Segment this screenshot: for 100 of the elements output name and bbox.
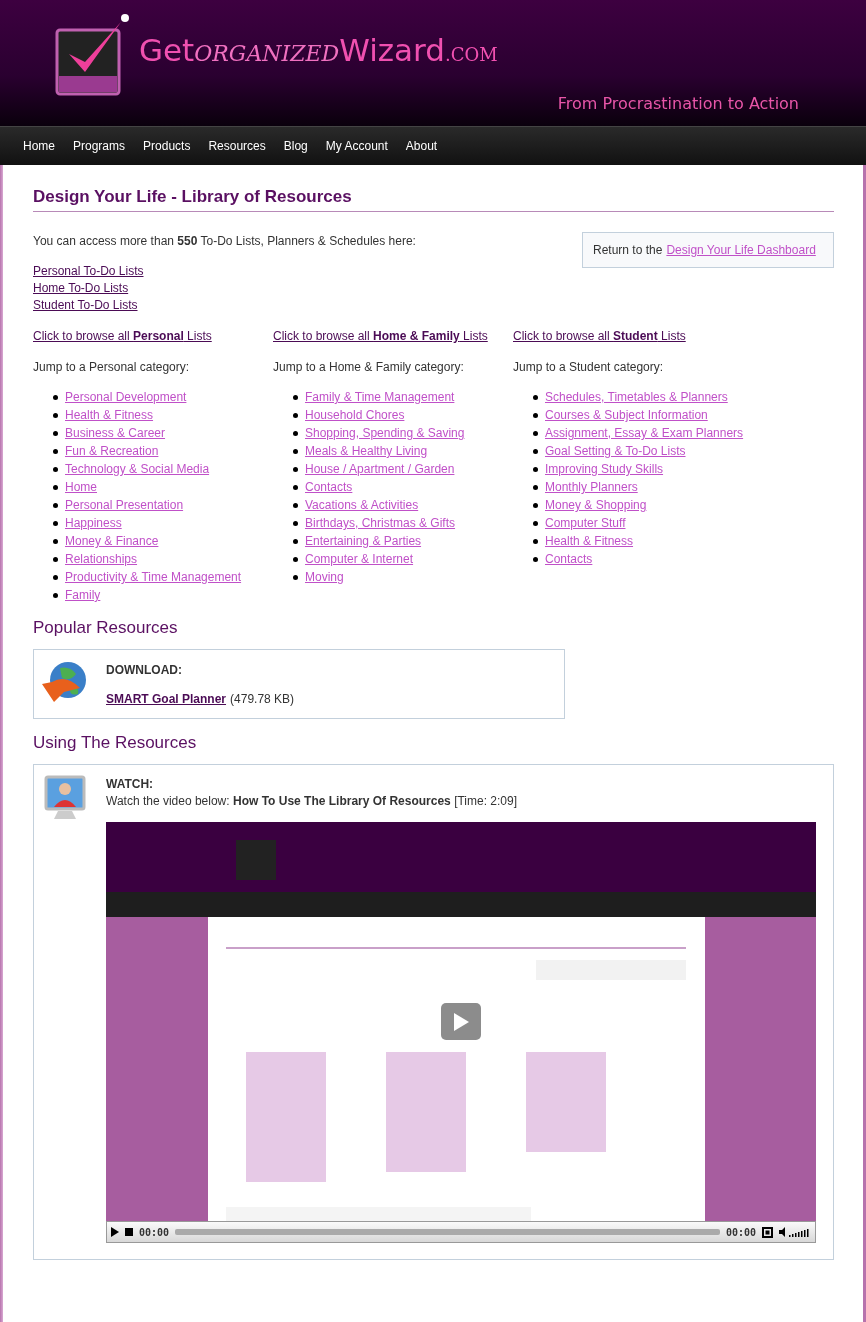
category-link[interactable]: Computer Stuff (545, 516, 626, 530)
category-link[interactable]: Goal Setting & To-Do Lists (545, 444, 686, 458)
bullet-icon (293, 448, 298, 454)
bullet-icon (533, 394, 538, 400)
section-heading: Using The Resources (33, 733, 198, 753)
bullet-icon (53, 394, 58, 400)
category-link[interactable]: House / Apartment / Garden (305, 462, 455, 476)
category-link[interactable]: Monthly Planners (545, 480, 638, 494)
bullet-icon (293, 520, 298, 526)
bullet-icon (293, 394, 298, 400)
category-link[interactable]: Birthdays, Christmas & Gifts (305, 516, 456, 530)
bullet-icon (293, 430, 298, 436)
bullet-icon (533, 484, 538, 490)
bullet-icon (53, 466, 58, 472)
category-link[interactable]: Meals & Healthy Living (305, 444, 428, 458)
bullet-icon (293, 556, 298, 562)
bullet-icon (53, 502, 58, 508)
category-link[interactable]: Money & Finance (65, 534, 159, 548)
category-link[interactable]: Relationships (65, 552, 138, 566)
bullet-icon (53, 448, 58, 454)
nav-link[interactable]: Resources (199, 139, 275, 153)
page-title: Design Your Life - Library of Resources (33, 187, 834, 212)
category-link[interactable]: Family (65, 588, 101, 602)
category-link[interactable]: Business & Career (65, 426, 166, 440)
category-link[interactable]: Schedules, Timetables & Planners (545, 390, 728, 404)
bullet-icon (533, 448, 538, 454)
category-link[interactable]: Health & Fitness (65, 408, 154, 422)
category-link[interactable]: Improving Study Skills (545, 462, 664, 476)
bullet-icon (293, 574, 298, 580)
category-link[interactable]: Personal Presentation (65, 498, 184, 512)
category-link[interactable]: Moving (305, 570, 344, 584)
category-link[interactable]: Technology & Social Media (65, 462, 210, 476)
category-link[interactable]: Health & Fitness (545, 534, 634, 548)
bullet-icon (533, 520, 538, 526)
play-button[interactable] (441, 1003, 481, 1040)
nav-link[interactable]: Home (14, 139, 64, 153)
bullet-icon (53, 484, 58, 490)
category-link[interactable]: Money & Shopping (545, 498, 647, 512)
category-link[interactable]: Computer & Internet (305, 552, 414, 566)
browse-link[interactable]: Click to browse all Home & Family Lists (273, 329, 488, 343)
bullet-icon (53, 430, 58, 436)
bullet-icon (533, 556, 538, 562)
category-link[interactable]: Fun & Recreation (65, 444, 159, 458)
category-link[interactable]: Contacts (545, 552, 593, 566)
bullet-icon (53, 538, 58, 544)
bullet-icon (53, 574, 58, 580)
dashboard-link[interactable]: Design Your Life Dashboard (666, 243, 816, 257)
category-link[interactable]: Assignment, Essay & Exam Planners (545, 426, 744, 440)
nav-link[interactable]: Products (134, 139, 200, 153)
browse-link[interactable]: Click to browse all Student Lists (513, 329, 686, 343)
category-link[interactable]: Productivity & Time Management (65, 570, 242, 584)
play-icon[interactable] (111, 1227, 119, 1237)
elapsed-time: 00:00 (139, 1226, 170, 1238)
bullet-icon (293, 466, 298, 472)
category-link[interactable]: Home (65, 480, 97, 494)
tagline: From Procrastination to Action (557, 94, 799, 113)
bullet-icon (293, 502, 298, 508)
browse-link[interactable]: Click to browse all Personal Lists (33, 329, 212, 343)
bullet-icon (53, 520, 58, 526)
category-link[interactable]: Courses & Subject Information (545, 408, 708, 422)
fullscreen-icon[interactable] (762, 1226, 773, 1238)
intro-text: You can access more than 550 To-Do Lists, Planners & Schedules here: (33, 233, 416, 248)
logo-text: GetORGANIZEDWizard.COM (139, 32, 498, 68)
progress-track[interactable] (175, 1229, 720, 1235)
category-link[interactable]: Personal Development (65, 390, 187, 404)
list-link[interactable]: Home To-Do Lists (33, 281, 129, 295)
category-link[interactable]: Shopping, Spending & Saving (305, 426, 465, 440)
category-link[interactable]: Household Chores (305, 408, 405, 422)
download-label: DOWNLOAD: (106, 663, 183, 677)
bullet-icon (53, 556, 58, 562)
category-link[interactable]: Family & Time Management (305, 390, 455, 404)
list-link[interactable]: Student To-Do Lists (33, 298, 138, 312)
bullet-icon (533, 412, 538, 418)
bullet-icon (293, 412, 298, 418)
category-link[interactable]: Contacts (305, 480, 353, 494)
jump-label: Jump to a Student category: (513, 360, 664, 374)
bullet-icon (293, 484, 298, 490)
return-text: Return to the (593, 243, 663, 257)
bullet-icon (533, 430, 538, 436)
nav-link[interactable]: About (396, 139, 447, 153)
nav-link[interactable]: Blog (274, 139, 317, 153)
volume-icon[interactable] (779, 1227, 811, 1237)
bullet-icon (293, 538, 298, 544)
nav-link[interactable]: My Account (316, 139, 397, 153)
category-link[interactable]: Entertaining & Parties (305, 534, 422, 548)
list-link[interactable]: Personal To-Do Lists (33, 264, 144, 278)
jump-label: Jump to a Personal category: (33, 360, 190, 374)
category-link[interactable]: Happiness (65, 516, 122, 530)
file-link[interactable]: SMART Goal Planner (106, 692, 227, 706)
bullet-icon (533, 502, 538, 508)
bullet-icon (53, 592, 58, 598)
jump-label: Jump to a Home & Family category: (273, 360, 464, 374)
duration-time: 00:00 (725, 1226, 756, 1238)
bullet-icon (533, 538, 538, 544)
category-link[interactable]: Vacations & Activities (305, 498, 419, 512)
bullet-icon (53, 412, 58, 418)
file-size: (479.78 KB) (230, 692, 295, 706)
video-description: Watch the video below: How To Use The Library Of Resources [Time: 2:09] (106, 794, 519, 808)
nav-link[interactable]: Programs (64, 139, 135, 153)
bullet-icon (533, 466, 538, 472)
